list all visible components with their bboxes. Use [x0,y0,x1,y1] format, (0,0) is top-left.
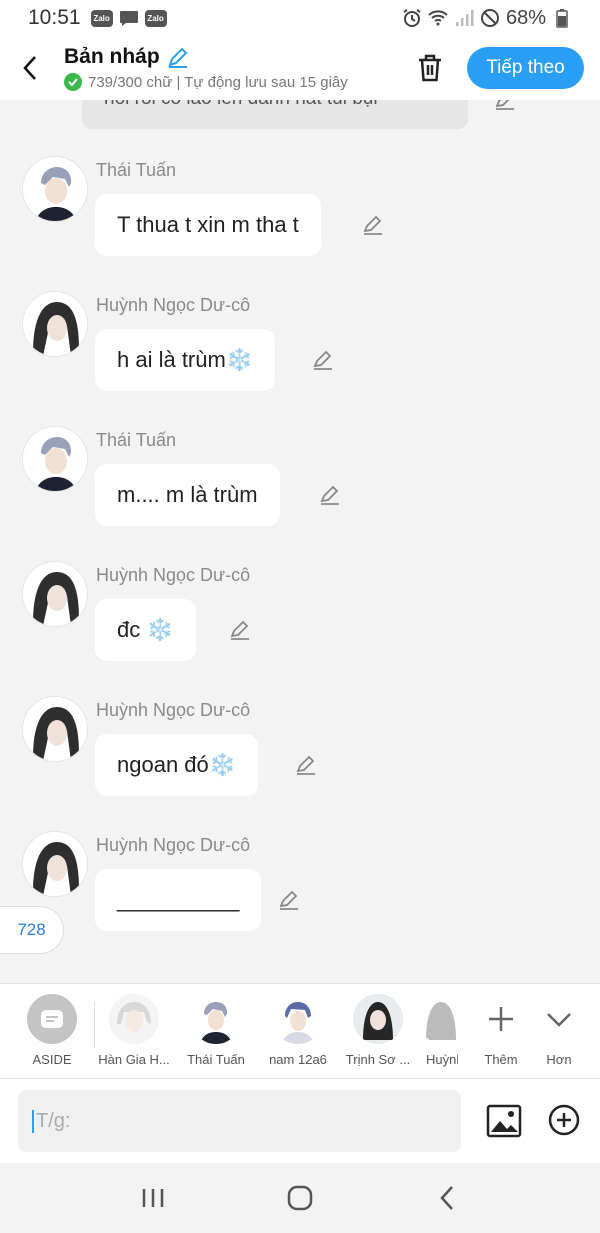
message-bubble[interactable]: m.... m là trùm [95,464,280,526]
chat-message: Huỳnh Ngọc Dư-cô __________ [0,831,600,941]
add-circle-icon[interactable] [548,1104,580,1136]
character-label: ASIDE [32,1052,72,1067]
edit-message-icon[interactable] [318,483,342,507]
sender-name: Huỳnh Ngọc Dư-cô [96,295,251,315]
status-time: 10:51 [28,6,81,29]
chevron-left-icon [23,56,36,80]
wifi-icon [428,10,448,26]
edit-message-icon[interactable] [228,618,252,642]
notification-icons: Zalo Zalo [90,9,167,27]
app-header: Bản nháp 739/300 chữ | Tự động lưu sau 1… [0,36,600,100]
edit-message-icon[interactable] [294,753,318,777]
character-item[interactable]: nam 12a6 [256,994,340,1067]
battery-icon [556,9,568,28]
system-icons: 68% [402,7,572,30]
message-counter[interactable]: 728 [0,906,64,954]
message-bubble[interactable]: nói rồi có láo lên đánh nát tui bụi [82,100,468,129]
message-bubble[interactable]: ngoan đó❄️ [95,734,259,796]
avatar[interactable] [22,561,88,627]
add-character-button[interactable]: Thêm [471,994,531,1067]
input-bar [0,1078,600,1163]
avatar[interactable] [22,156,88,222]
edit-message-icon[interactable] [493,100,517,112]
message-bubble[interactable]: __________ [95,869,262,931]
back-nav-button[interactable] [427,1178,467,1218]
title-block: Bản nháp 739/300 chữ | Tự động lưu sau 1… [64,45,388,91]
character-bar: ASIDE Hàn Gia H... Thái Tuấn nam 12a6 Tr… [0,983,600,1078]
character-aside[interactable]: ASIDE [10,994,94,1067]
sender-name: Huỳnh Ngọc Dư-cô [96,565,251,585]
avatar [273,994,323,1044]
character-label: Huỳnh [426,1052,458,1067]
edit-title-icon[interactable] [166,45,190,69]
edit-message-icon[interactable] [311,348,335,372]
avatar[interactable] [22,291,88,357]
back-button[interactable] [0,36,60,100]
avatar[interactable] [22,426,88,492]
character-label: Trịnh Sơ ... [345,1052,411,1067]
chevron-down-icon [547,1013,571,1027]
character-item[interactable]: Trịnh Sơ ... [336,994,420,1067]
character-item[interactable]: Hàn Gia H... [92,994,176,1067]
home-button[interactable] [280,1178,320,1218]
avatar [109,994,159,1044]
avatar [353,994,403,1044]
more-button[interactable]: Hơn [529,994,589,1067]
image-icon[interactable] [486,1104,522,1138]
home-icon [287,1185,313,1211]
battery-percent: 68% [505,6,546,29]
sender-name: Huỳnh Ngọc Dư-cô [96,835,251,855]
message-notification-icon [119,10,138,26]
aside-icon [27,994,77,1044]
sender-name: Thái Tuấn [96,160,177,180]
avatar[interactable] [22,696,88,762]
do-not-disturb-icon [480,9,499,27]
alarm-icon [403,9,421,27]
trash-icon [419,54,441,82]
sender-name: Thái Tuấn [96,430,177,450]
next-button[interactable]: Tiếp theo [467,47,584,89]
character-item[interactable]: Thái Tuấn [174,994,258,1067]
chat-message: Thái Tuấn T thua t xin m tha t [0,156,600,266]
add-label: Thêm [484,1052,518,1067]
more-label: Hơn [546,1052,572,1067]
chat-message: Thái Tuấn m.... m là trùm [0,426,600,536]
message-input-container[interactable] [18,1090,461,1152]
avatar [418,994,458,1044]
recent-apps-button[interactable] [133,1178,173,1218]
edit-message-icon[interactable] [361,213,385,237]
draft-status: 739/300 chữ | Tự động lưu sau 15 giây [88,73,348,91]
page-title: Bản nháp [64,45,160,68]
message-bubble[interactable]: h ai là trùm❄️ [95,329,276,391]
character-label: Thái Tuấn [187,1052,245,1067]
sender-name: Huỳnh Ngọc Dư-cô [96,700,251,720]
chat-area[interactable]: nói rồi có láo lên đánh nát tui bụi Thái… [0,100,600,983]
message-bubble[interactable]: T thua t xin m tha t [95,194,321,256]
chat-message: Huỳnh Ngọc Dư-cô h ai là trùm❄️ [0,291,600,401]
signal-icon [455,10,474,26]
saved-check-icon [64,73,82,91]
avatar[interactable] [22,831,88,897]
recent-apps-icon [143,1189,164,1207]
chat-message: Huỳnh Ngọc Dư-cô ngoan đó❄️ [0,696,600,806]
edit-message-icon[interactable] [277,888,301,912]
character-label: nam 12a6 [269,1052,327,1067]
zalo-notification-icon: Zalo [90,9,113,27]
avatar [191,994,241,1044]
status-bar: 10:51 Zalo Zalo 68% [0,0,600,36]
character-label: Hàn Gia H... [98,1052,170,1067]
character-item[interactable]: Huỳnh [418,994,458,1067]
chat-message: Huỳnh Ngọc Dư-cô đc ❄️ [0,561,600,671]
delete-button[interactable] [412,50,448,86]
message-bubble[interactable]: đc ❄️ [95,599,196,661]
message-input[interactable] [32,1109,447,1133]
chevron-left-icon [439,1186,453,1210]
system-nav-bar [0,1163,600,1233]
plus-icon [489,1007,513,1031]
zalo-notification-icon: Zalo [144,9,167,27]
